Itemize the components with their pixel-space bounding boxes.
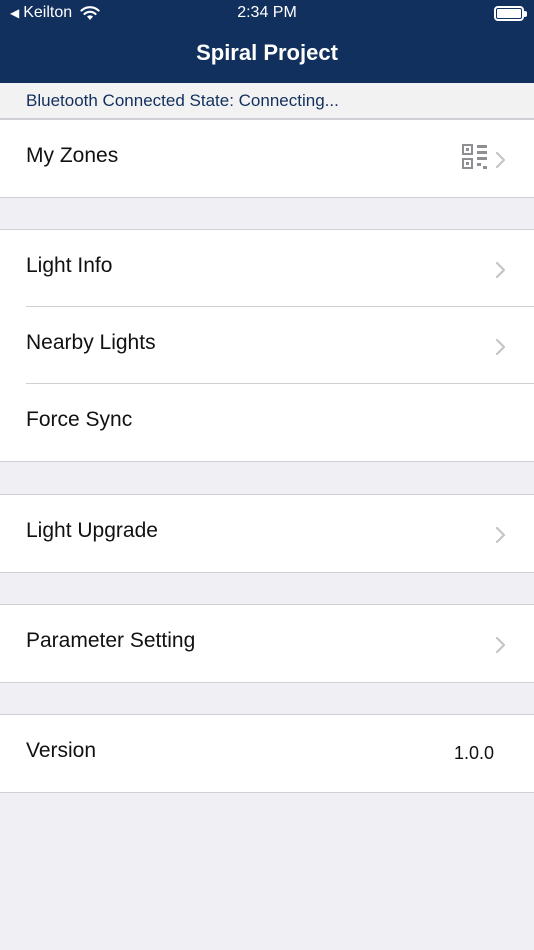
row-label: Parameter Setting bbox=[26, 629, 196, 652]
chevron-right-icon bbox=[495, 338, 506, 356]
row-parameter-setting[interactable]: Parameter Setting bbox=[0, 605, 534, 682]
row-light-info[interactable]: Light Info bbox=[0, 230, 534, 307]
navigation-header: ◀ Keilton 2:34 PM Spiral Project bbox=[0, 0, 534, 83]
row-label: Version bbox=[26, 739, 97, 762]
row-label: Force Sync bbox=[26, 408, 133, 431]
row-label: Nearby Lights bbox=[26, 331, 156, 354]
group-parameters: Parameter Setting bbox=[0, 604, 534, 683]
chevron-right-icon bbox=[495, 261, 506, 279]
status-bar: ◀ Keilton 2:34 PM bbox=[0, 0, 534, 28]
version-value: 1.0.0 bbox=[453, 743, 494, 763]
row-label: Light Info bbox=[26, 254, 113, 277]
chevron-right-icon bbox=[495, 526, 506, 544]
row-label: My Zones bbox=[26, 144, 119, 167]
group-upgrade: Light Upgrade bbox=[0, 494, 534, 573]
group-version: Version 1.0.0 bbox=[0, 714, 534, 793]
group-lights: Light Info Nearby Lights Force Sync bbox=[0, 229, 534, 462]
row-version: Version 1.0.0 bbox=[0, 715, 534, 792]
battery-icon bbox=[494, 6, 527, 21]
row-nearby-lights[interactable]: Nearby Lights bbox=[0, 307, 534, 384]
page-title: Spiral Project bbox=[196, 40, 338, 65]
qr-code-icon[interactable] bbox=[462, 144, 488, 170]
group-zones: My Zones bbox=[0, 119, 534, 198]
row-force-sync[interactable]: Force Sync bbox=[0, 384, 534, 461]
status-time: 2:34 PM bbox=[237, 4, 297, 21]
row-light-upgrade[interactable]: Light Upgrade bbox=[0, 495, 534, 572]
row-my-zones[interactable]: My Zones bbox=[0, 120, 534, 197]
row-label: Light Upgrade bbox=[26, 519, 158, 542]
chevron-right-icon bbox=[495, 636, 506, 654]
bluetooth-status: Bluetooth Connected State: Connecting... bbox=[0, 83, 534, 119]
chevron-right-icon bbox=[495, 151, 506, 169]
